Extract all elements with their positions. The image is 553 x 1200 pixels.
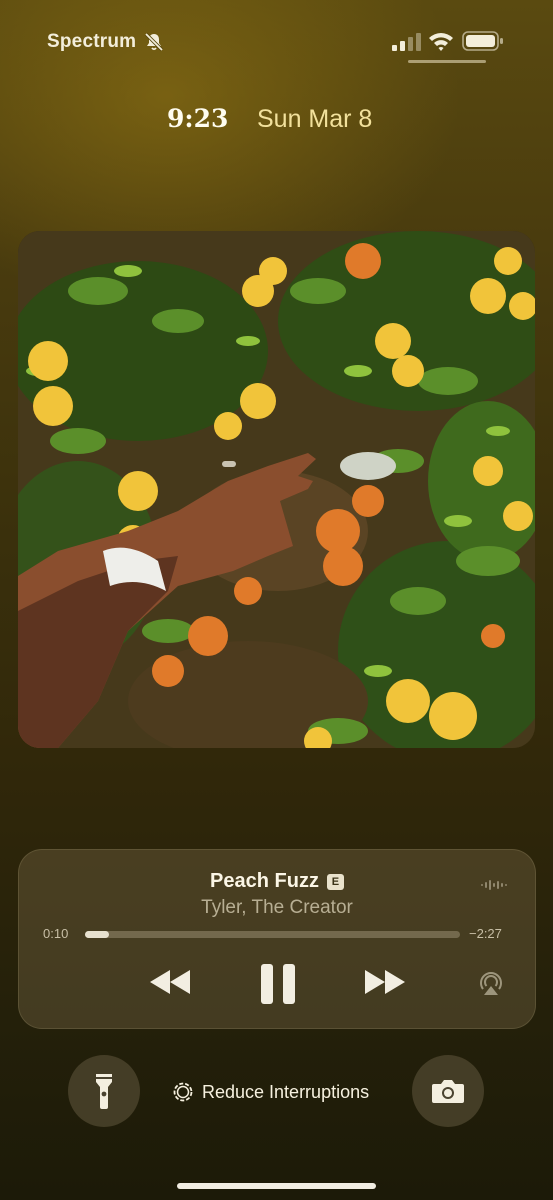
playback-scrubber[interactable] [85, 931, 460, 938]
fast-forward-button[interactable] [361, 966, 409, 998]
airplay-icon [480, 972, 502, 995]
status-bar: Spectrum [0, 0, 553, 80]
carrier-label: Spectrum [47, 31, 137, 52]
clock-row: 9:23 Sun Mar 8 [0, 100, 553, 140]
track-artist: Tyler, The Creator [201, 897, 353, 918]
waveform-icon [481, 880, 507, 890]
status-indicator-line [408, 60, 486, 63]
album-artwork-image [18, 231, 535, 748]
pause-button[interactable] [259, 962, 297, 1006]
signal-icon [392, 33, 421, 51]
battery-icon [462, 31, 503, 51]
mute-icon [144, 32, 164, 52]
lock-screen-time: 9:23 [167, 104, 229, 133]
reduce-interruptions-icon [173, 1082, 193, 1102]
track-title-row: Peach Fuzz E [19, 870, 535, 893]
wifi-icon [429, 33, 453, 51]
flashlight-button[interactable] [68, 1055, 140, 1127]
pause-icon [261, 964, 295, 1004]
now-playing-card[interactable]: Peach Fuzz E Tyler, The Creator 0:10 −2:… [18, 849, 536, 1029]
track-title: Peach Fuzz [210, 870, 319, 892]
focus-mode-chip[interactable]: Reduce Interruptions [172, 1080, 369, 1104]
fast-forward-icon [365, 970, 405, 994]
explicit-badge: E [326, 873, 344, 890]
rewind-button[interactable] [146, 966, 194, 998]
lock-screen-date: Sun Mar 8 [257, 105, 373, 133]
camera-button[interactable] [412, 1055, 484, 1127]
rewind-icon [150, 970, 190, 994]
flashlight-icon [96, 1074, 112, 1109]
focus-mode-label: Reduce Interruptions [202, 1081, 370, 1102]
airplay-button[interactable] [476, 968, 506, 998]
camera-icon [432, 1080, 464, 1103]
remaining-time: −2:27 [469, 926, 502, 941]
home-indicator[interactable] [177, 1183, 376, 1189]
playback-progress-fill [85, 931, 110, 938]
elapsed-time: 0:10 [43, 926, 69, 941]
album-artwork[interactable] [18, 231, 535, 748]
